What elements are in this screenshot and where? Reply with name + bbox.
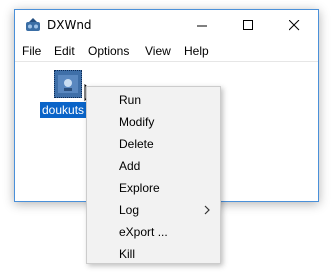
context-item-label: Run xyxy=(119,93,142,107)
context-item-label: Log xyxy=(119,203,140,217)
menu-bar: File Edit Options View Help xyxy=(15,41,318,62)
context-item-export[interactable]: eXport ... xyxy=(87,221,220,243)
game-icon xyxy=(58,75,78,93)
submenu-arrow-icon xyxy=(204,205,210,215)
context-item-label: Kill xyxy=(119,247,136,261)
context-item-label: Add xyxy=(119,159,141,173)
app-item-icon[interactable] xyxy=(54,70,82,98)
context-item-run[interactable]: Run xyxy=(87,89,220,111)
maximize-icon xyxy=(243,20,253,30)
context-item-label: Delete xyxy=(119,137,154,151)
window-title: DXWnd xyxy=(47,18,92,32)
context-item-label: Explore xyxy=(119,181,160,195)
title-bar[interactable]: DXWnd xyxy=(15,10,318,41)
context-item-delete[interactable]: Delete xyxy=(87,133,220,155)
context-item-label: Modify xyxy=(119,115,155,129)
maximize-button[interactable] xyxy=(226,10,272,41)
minimize-button[interactable] xyxy=(180,10,226,41)
context-menu: Run Modify Delete Add Explore Log eXport… xyxy=(86,86,221,264)
dxwnd-app-icon xyxy=(26,18,40,31)
context-item-log[interactable]: Log xyxy=(87,199,220,221)
context-item-kill[interactable]: Kill xyxy=(87,243,220,265)
context-item-explore[interactable]: Explore xyxy=(87,177,220,199)
minimize-icon xyxy=(197,25,207,27)
menu-options[interactable]: Options xyxy=(88,44,129,58)
context-item-label: eXport ... xyxy=(119,225,168,239)
close-button[interactable] xyxy=(272,10,318,41)
menu-file[interactable]: File xyxy=(22,44,41,58)
menu-view[interactable]: View xyxy=(145,44,171,58)
context-item-modify[interactable]: Modify xyxy=(87,111,220,133)
menu-help[interactable]: Help xyxy=(184,44,209,58)
app-item-label[interactable]: doukuts xyxy=(40,102,87,118)
close-icon xyxy=(289,20,300,31)
menu-edit[interactable]: Edit xyxy=(54,44,75,58)
context-item-add[interactable]: Add xyxy=(87,155,220,177)
